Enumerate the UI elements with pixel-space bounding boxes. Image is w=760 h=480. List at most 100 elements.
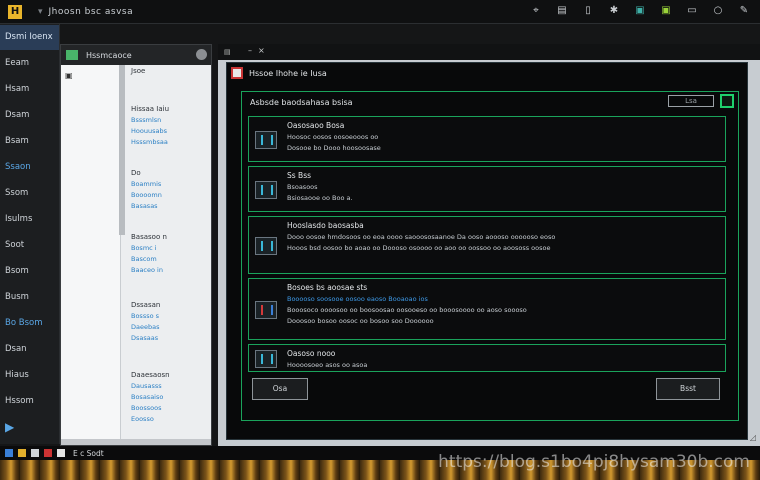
nav-item[interactable]: Hsam (0, 77, 59, 102)
file-link[interactable]: Baaceo in (131, 266, 211, 274)
horizontal-scrollbar[interactable] (61, 439, 211, 445)
option-description: Hoooosoeo asos oo asoa (287, 361, 368, 369)
pin-icon[interactable]: ⌖ (530, 5, 542, 17)
scrollbar[interactable] (119, 65, 125, 235)
option-description: Bsiosaooe oo Boo a. (287, 194, 353, 202)
option-description: Dooosoo bosoo oosoc oo bosoo soo Doooooo (287, 317, 434, 325)
nav-item[interactable]: Hiaus (0, 363, 59, 388)
frame-tool-button[interactable]: Lsa (668, 95, 714, 107)
gear-icon[interactable]: ✱ (608, 5, 620, 17)
option-description: Hoosoc oosos oosoeooos oo (287, 133, 379, 141)
file-group-heading: Do (131, 169, 141, 177)
resize-handle-icon[interactable]: ◿ (750, 433, 756, 442)
nav-item[interactable]: Isulms (0, 207, 59, 232)
option-icon (255, 131, 277, 149)
image-icon[interactable]: ▣ (634, 5, 646, 17)
file-link[interactable]: Boammis (131, 180, 211, 188)
file-link[interactable]: Bascom (131, 255, 211, 263)
option-card[interactable]: Oasoso nooo Hoooosoeo asos oo asoa (248, 344, 726, 372)
file-link[interactable]: Hsssmbsaa (131, 138, 211, 146)
option-title: Oasoso nooo (287, 349, 336, 358)
nav-item[interactable]: Bo Bsom (0, 311, 59, 336)
option-description: Dooo oosoe hmdosoos oo eoa oooo saooosos… (287, 233, 556, 241)
option-description: Booooso soosooe oosoo eaoso Booaoao ios (287, 295, 428, 303)
close-icon[interactable]: × (258, 46, 265, 55)
file-link[interactable]: Daeebas (131, 323, 211, 331)
ok-button[interactable]: Bsst (656, 378, 720, 400)
browser-icon[interactable] (44, 449, 52, 457)
app-icon[interactable] (31, 449, 39, 457)
nav-item[interactable]: Soot (0, 233, 59, 258)
file-group-heading: Basasoo n (131, 233, 167, 241)
option-title: Ss Bss (287, 171, 312, 180)
file-group: Jsoe (131, 67, 211, 75)
app-title: Jhoosn bsc asvsa (48, 6, 134, 17)
file-link[interactable]: Bossso s (131, 312, 211, 320)
file-link[interactable]: Boossoos (131, 404, 211, 412)
nav-item[interactable]: Bsam (0, 129, 59, 154)
file-link[interactable]: Bosasaiso (131, 393, 211, 401)
file-link[interactable]: Bsssmlsn (131, 116, 211, 124)
folder-icon (66, 50, 78, 60)
option-icon (255, 181, 277, 199)
file-link[interactable]: Basasas (131, 202, 211, 210)
option-card[interactable]: Bosoes bs aoosae sts Booooso soosooe ooso… (248, 278, 726, 340)
expand-icon[interactable]: ▣ (65, 71, 75, 81)
nav-item[interactable]: Busm (0, 285, 59, 310)
nav-item[interactable]: Eeam (0, 51, 59, 76)
nav-item[interactable]: Dsan (0, 337, 59, 362)
nav-item[interactable]: Bsom (0, 259, 59, 284)
flag-icon[interactable]: ▣ (660, 5, 672, 17)
file-link[interactable]: Bosmc i (131, 244, 211, 252)
file-link[interactable]: Boooomn (131, 191, 211, 199)
folder-icon[interactable]: ▭ (686, 5, 698, 17)
mail-icon[interactable] (57, 449, 65, 457)
file-pane-title: Hssmcaoce (86, 50, 132, 60)
nav-item[interactable]: Hssom (0, 389, 59, 414)
start-icon[interactable] (5, 449, 13, 457)
option-title: Oasosaoo Bosa (287, 121, 345, 130)
app-logo-icon[interactable]: H (8, 4, 22, 19)
option-icon (255, 301, 277, 319)
app-icon (231, 67, 243, 79)
window-titlebar: ▤ – × (218, 44, 760, 60)
folder-icon[interactable] (18, 449, 26, 457)
circle-icon[interactable]: ○ (712, 5, 724, 17)
minimize-icon[interactable]: – (248, 46, 252, 55)
nav-item[interactable]: Ssom (0, 181, 59, 206)
options-frame: Asbsde baodsahasa bsisa Lsa Oasosaoo Bos… (241, 91, 739, 421)
file-group-heading: Daaesaosn (131, 371, 170, 379)
bookmark-icon[interactable]: ▤ (556, 5, 568, 17)
file-group: Daaesaosn Dausasss Bosasaiso Boossoos Eoosso (131, 371, 211, 423)
left-navigation: Dsmi Ioenx Eeam Hsam Dsam Bsam Ssaon Ssom Isulm… (0, 24, 60, 458)
frame-header: Asbsde baodsahasa bsisa (250, 98, 353, 107)
settings-dialog: Hssoe Ihohe ie Iusa Asbsde baodsahasa bs… (226, 62, 748, 440)
option-description: Dosooe bo Dooo hoosoosase (287, 144, 381, 152)
dialog-title: Hssoe Ihohe ie Iusa (249, 68, 327, 78)
file-link[interactable]: Dausasss (131, 382, 211, 390)
file-group-heading: Hissaa Iaiu (131, 105, 170, 113)
nav-item[interactable]: ▶ (0, 415, 59, 440)
file-link[interactable]: Hoouusabs (131, 127, 211, 135)
nav-item[interactable]: Ssaon (0, 155, 59, 180)
desk-background: https://blog.s1bo4pj8hysam30b.com (0, 452, 760, 480)
document-icon[interactable]: ▯ (582, 5, 594, 17)
option-description: Hooos bsd oosoo bo aoao oo Doooso osoooo… (287, 244, 551, 252)
close-icon[interactable] (196, 49, 207, 60)
status-indicator-icon[interactable] (720, 94, 734, 108)
chevron-down-icon[interactable]: ▾ (38, 7, 43, 17)
option-title: Hooslasdo baosasba (287, 221, 364, 230)
window-menu-icon[interactable]: ▤ (224, 48, 232, 56)
taskbar-label: E c Sodt (73, 448, 104, 458)
option-description: Booosoco oooosoo oo boosoosao oosooeso o… (287, 306, 527, 314)
cancel-button[interactable]: Osa (252, 378, 308, 400)
file-link[interactable]: Eoosso (131, 415, 211, 423)
file-group-heading: Dssasan (131, 301, 161, 309)
option-card[interactable]: Ss Bss Bsoasoos Bsiosaooe oo Boo a. (248, 166, 726, 212)
nav-item[interactable]: Dsam (0, 103, 59, 128)
option-card[interactable]: Oasosaoo Bosa Hoosoc oosos oosoeooos oo Do… (248, 116, 726, 162)
option-card[interactable]: Hooslasdo baosasba Dooo oosoe hmdosoos oo… (248, 216, 726, 274)
file-link[interactable]: Dsasaas (131, 334, 211, 342)
nav-item[interactable]: Dsmi Ioenx (0, 25, 59, 50)
pencil-icon[interactable]: ✎ (738, 5, 750, 17)
